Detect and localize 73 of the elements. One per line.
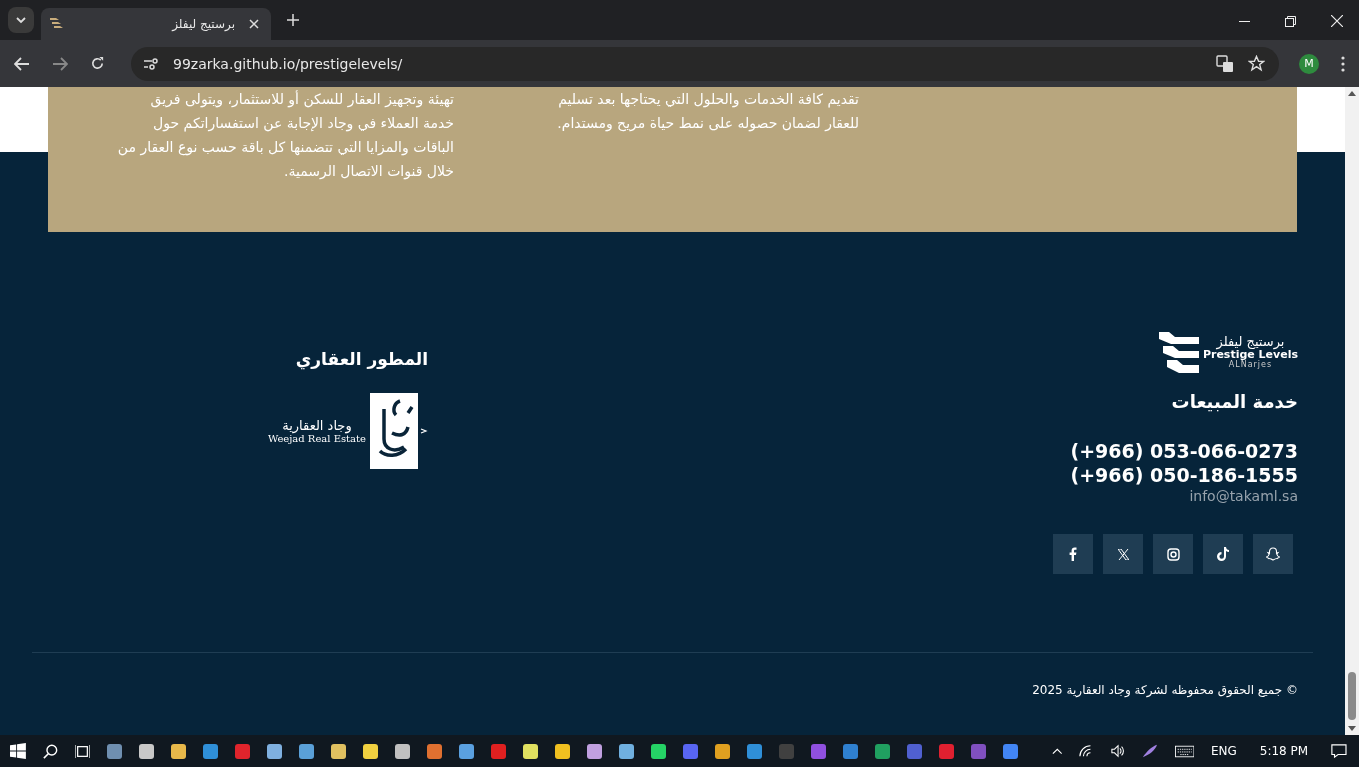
copyright-text: © جميع الحقوق محفوظه لشركة وجاد العقارية 2025: [1031, 683, 1298, 697]
url-text: 99zarka.github.io/prestigelevels/: [173, 55, 403, 72]
app-icon[interactable]: [170, 743, 186, 759]
caret-icon: [15, 14, 27, 26]
ghost-icon: [1266, 547, 1280, 561]
service-paragraph: تقديم كافة الخدمات والحلول التي يحتاجها بعد تسليم للعقار لضمان حصوله على نمط حياة مريح ومستدام.: [556, 90, 859, 134]
brand-arabic-name: برستيج ليفلز: [1216, 334, 1285, 350]
developer-heading: المطور العقاري: [295, 349, 428, 369]
star-icon[interactable]: [1248, 55, 1265, 72]
x-icon: [1117, 548, 1129, 560]
address-bar[interactable]: 99zarka.github.io/prestigelevels/: [131, 46, 1279, 81]
site-settings-icon[interactable]: [143, 56, 159, 71]
social-button[interactable]: [1153, 534, 1193, 574]
calligraphy-logo-icon: [370, 393, 428, 469]
forward-arrow-icon[interactable]: [52, 56, 68, 71]
app-icon[interactable]: [650, 743, 666, 759]
app-icon[interactable]: [138, 743, 154, 759]
app-icon[interactable]: [426, 743, 442, 759]
task-view-icon[interactable]: [74, 743, 90, 759]
phone-number: (+966) 050-186-1555: [1070, 464, 1298, 486]
tab-title: برستيج ليفلز: [170, 17, 236, 31]
app-icon[interactable]: [874, 743, 890, 759]
developer-logo-name: Weejad Real Estate: [267, 433, 366, 444]
app-icon[interactable]: [394, 743, 410, 759]
app-icon[interactable]: [586, 743, 602, 759]
phone-number: (+966) 053-066-0273: [1070, 440, 1298, 462]
app-icon[interactable]: [554, 743, 570, 759]
email-address: info@takaml.sa: [1189, 488, 1298, 504]
reload-icon[interactable]: [90, 56, 105, 71]
pen-icon[interactable]: [1141, 743, 1158, 759]
scroll-up-icon[interactable]: [1348, 91, 1356, 96]
instagram-icon: [1166, 547, 1180, 561]
sales-heading: خدمة المبيعات: [1171, 391, 1298, 412]
browser-tab[interactable]: برستيج ليفلز: [41, 8, 271, 40]
app-icon[interactable]: [618, 743, 634, 759]
search-icon[interactable]: [42, 742, 58, 760]
app-icon[interactable]: [746, 743, 762, 759]
back-arrow-icon[interactable]: [14, 56, 30, 71]
app-icon[interactable]: [298, 743, 314, 759]
facebook-icon: [1069, 547, 1077, 561]
windows-logo-icon[interactable]: [10, 742, 26, 760]
service-paragraph: تهيئة وتجهيز العقار للسكن أو للاستثمار، ويتولى فريق خدمة العملاء في وجاد الإجابة عن استفساراتكم حول الباقات والمزايا التي تتضمنها كل باقة حسب نوع العقار من خلال قنوات الاتصال الرسمية.: [116, 89, 454, 182]
tab-search-button[interactable]: [8, 7, 34, 33]
app-icon[interactable]: [522, 743, 538, 759]
app-icon[interactable]: [106, 743, 122, 759]
speaker-icon[interactable]: [1110, 744, 1125, 758]
social-button[interactable]: [1253, 534, 1293, 574]
brand-tagline: ALNarjes: [1228, 361, 1273, 371]
social-button[interactable]: [1053, 534, 1093, 574]
keyboard-icon[interactable]: [1174, 744, 1194, 758]
app-icon[interactable]: [458, 743, 474, 759]
app-icon[interactable]: [330, 743, 346, 759]
stairs-logo-icon: [1158, 332, 1199, 373]
social-button[interactable]: [1203, 534, 1243, 574]
brand-name: Prestige Levels: [1202, 349, 1298, 362]
menu-icon[interactable]: [1341, 55, 1345, 72]
notification-icon[interactable]: [1331, 743, 1347, 759]
app-icon[interactable]: [714, 743, 730, 759]
new-tab-icon[interactable]: [287, 14, 299, 26]
tiktok-icon: [1217, 547, 1229, 561]
language-indicator[interactable]: ENG: [1210, 744, 1237, 758]
app-icon[interactable]: [266, 743, 282, 759]
profile-avatar[interactable]: M: [1299, 53, 1319, 74]
developer-logo-arabic: وجاد العقارية: [282, 418, 352, 433]
app-icon[interactable]: [202, 743, 218, 759]
close-icon[interactable]: [1331, 15, 1343, 27]
app-icon[interactable]: [362, 743, 378, 759]
scroll-down-icon[interactable]: [1348, 726, 1356, 731]
close-icon[interactable]: [249, 19, 259, 29]
scrollbar-thumb[interactable]: [1348, 672, 1356, 720]
chevron-up-icon[interactable]: [1051, 747, 1063, 755]
clock[interactable]: 5:18 PM: [1259, 744, 1309, 758]
restore-icon[interactable]: [1285, 15, 1296, 27]
